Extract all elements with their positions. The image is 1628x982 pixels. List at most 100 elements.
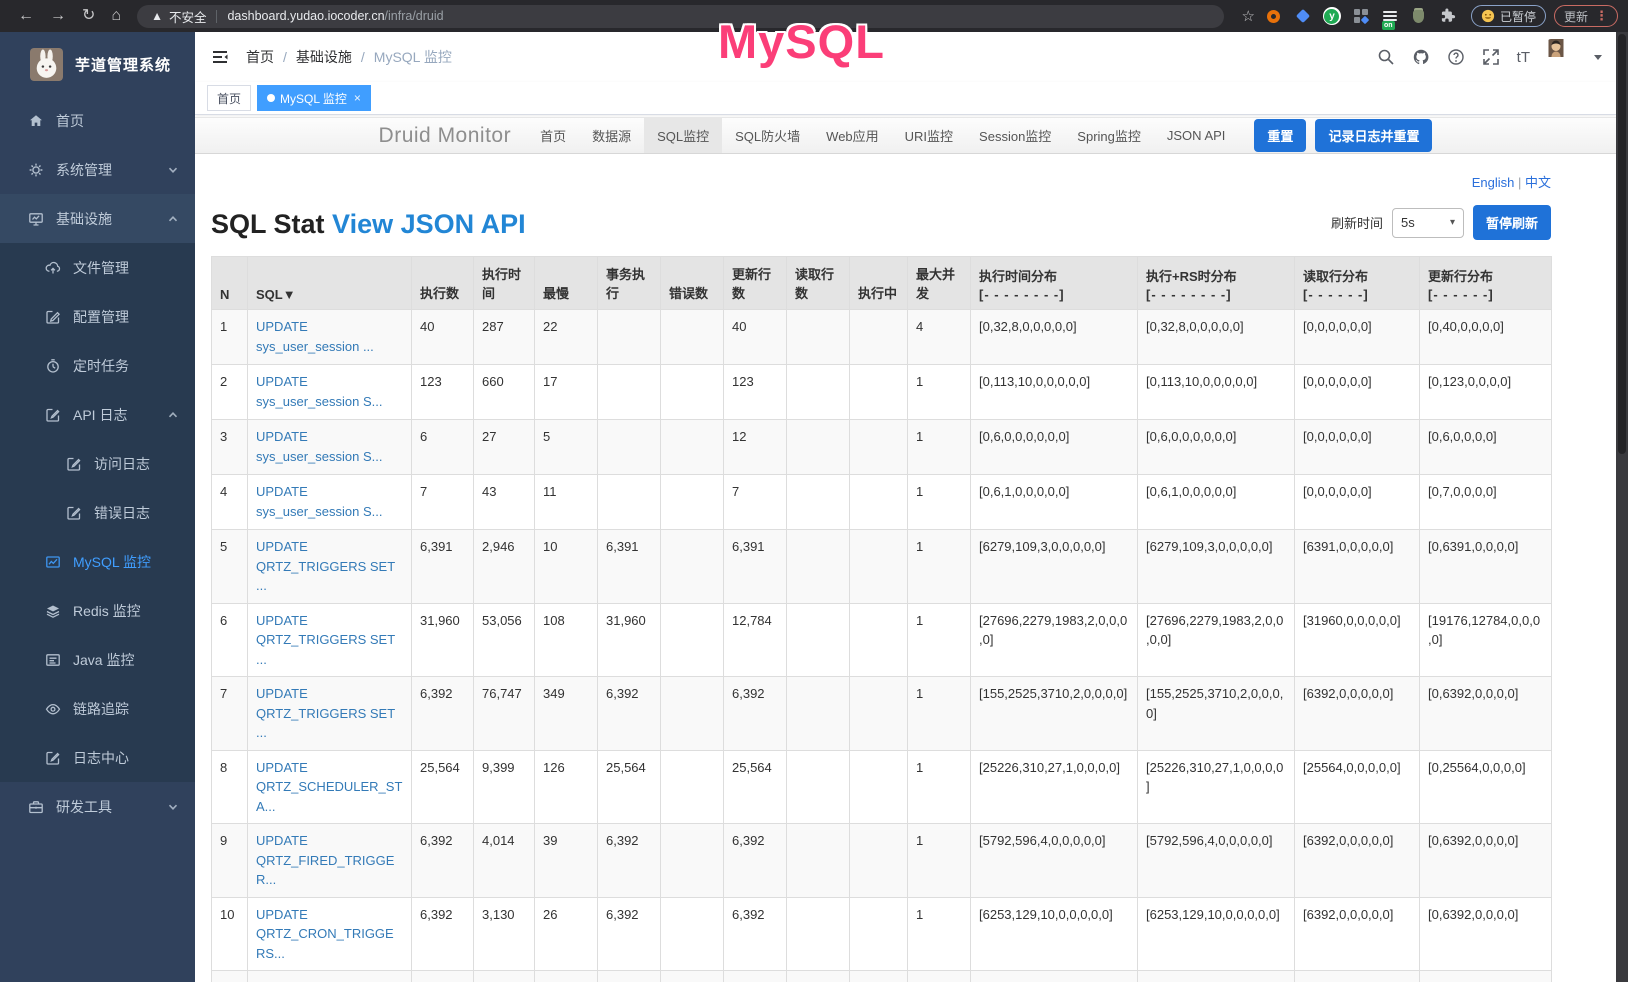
tab-label: MySQL 监控 <box>280 90 347 107</box>
sql-link[interactable]: UPDATE sys_user_session S... <box>256 429 382 464</box>
chevron-down-icon[interactable] <box>1594 55 1602 60</box>
druid-nav-数据源[interactable]: 数据源 <box>579 118 644 153</box>
sidebar-item-error-log[interactable]: 错误日志 <box>0 488 195 537</box>
sql-link[interactable]: UPDATE QRTZ_TRIGGERS SET ... <box>256 686 395 740</box>
paused-extension-badge[interactable]: 已暂停 <box>1471 5 1546 27</box>
pause-refresh-button[interactable]: 暂停刷新 <box>1473 205 1551 240</box>
list-on-icon[interactable]: on <box>1381 7 1399 25</box>
menu-dots-icon[interactable]: ⋮ <box>1595 8 1608 24</box>
sidebar-item-file[interactable]: 文件管理 <box>0 243 195 292</box>
column-header-7[interactable]: 更新行数 <box>724 257 787 310</box>
puzzle-icon[interactable] <box>1439 7 1457 25</box>
column-header-0[interactable]: N <box>212 257 248 310</box>
tab-close-icon[interactable]: × <box>354 91 361 105</box>
search-icon[interactable] <box>1377 48 1395 66</box>
druid-nav-首页[interactable]: 首页 <box>527 118 579 153</box>
druid-nav-Spring监控[interactable]: Spring监控 <box>1064 118 1154 153</box>
column-header-8[interactable]: 读取行数 <box>787 257 850 310</box>
sidebar-item-label: 系统管理 <box>56 160 112 180</box>
app-logo[interactable]: 芋道管理系统 <box>0 32 195 96</box>
column-header-1[interactable]: SQL▼ <box>248 257 412 310</box>
sidebar-item-label: 访问日志 <box>94 454 150 474</box>
sql-link[interactable]: UPDATE QRTZ_TRIGGERS SET ... <box>256 613 395 667</box>
sidebar-item-trace[interactable]: 链路追踪 <box>0 684 195 733</box>
home-icon <box>28 113 44 129</box>
tab-首页[interactable]: 首页 <box>207 85 251 111</box>
druid-nav-Web应用[interactable]: Web应用 <box>813 118 892 153</box>
github-icon[interactable] <box>1412 48 1430 66</box>
address-bar[interactable]: ▲ 不安全 dashboard.yudao.iocoder.cn/infra/d… <box>137 5 1223 28</box>
hamburger-icon[interactable] <box>195 47 246 67</box>
sql-link[interactable]: UPDATE QRTZ_CRON_TRIGGERS... <box>256 907 394 961</box>
druid-nav-JSON API[interactable]: JSON API <box>1154 118 1239 153</box>
help-icon[interactable] <box>1447 48 1465 66</box>
orange-circle-icon[interactable] <box>1265 7 1283 25</box>
sql-link[interactable]: UPDATE sys_user_session S... <box>256 374 382 409</box>
sql-link[interactable]: UPDATE sys_user_session S... <box>256 484 382 519</box>
sidebar-item-mysql[interactable]: MySQL 监控 <box>0 537 195 586</box>
sidebar-item-job[interactable]: 定时任务 <box>0 341 195 390</box>
font-size-icon[interactable]: tT <box>1517 49 1530 66</box>
user-avatar[interactable] <box>1547 39 1577 75</box>
reset-button[interactable]: 重置 <box>1254 119 1306 152</box>
sidebar-item-redis[interactable]: Redis 监控 <box>0 586 195 635</box>
breadcrumb-item[interactable]: 基础设施 <box>296 47 352 67</box>
cell <box>661 475 724 530</box>
column-header-11[interactable]: 执行时间分布[- - - - - - - -] <box>971 257 1138 310</box>
column-header-2[interactable]: 执行数 <box>412 257 474 310</box>
cell <box>661 824 724 898</box>
sql-link[interactable]: UPDATE QRTZ_FIRED_TRIGGER... <box>256 833 394 887</box>
column-header-5[interactable]: 事务执行 <box>598 257 661 310</box>
scrollbar-thumb[interactable] <box>1618 34 1626 454</box>
page-scrollbar[interactable] <box>1616 32 1628 982</box>
lang-english-link[interactable]: English <box>1472 175 1515 190</box>
sidebar-item-infra[interactable]: 基础设施 <box>0 194 195 243</box>
fullscreen-icon[interactable] <box>1482 48 1500 66</box>
column-header-6[interactable]: 错误数 <box>661 257 724 310</box>
cell: 12,784 <box>724 603 787 677</box>
cell <box>787 530 850 604</box>
column-header-4[interactable]: 最慢 <box>535 257 598 310</box>
cell: 1 <box>908 750 971 824</box>
column-header-13[interactable]: 读取行分布[- - - - - -] <box>1295 257 1420 310</box>
log-and-reset-button[interactable]: 记录日志并重置 <box>1315 119 1432 152</box>
sidebar-item-config[interactable]: 配置管理 <box>0 292 195 341</box>
blue-gem-icon[interactable] <box>1294 7 1312 25</box>
sidebar-item-access-log[interactable]: 访问日志 <box>0 439 195 488</box>
sidebar-item-system[interactable]: 系统管理 <box>0 145 195 194</box>
druid-nav-SQL监控[interactable]: SQL监控 <box>644 118 722 153</box>
sql-link[interactable]: UPDATE QRTZ_TRIGGERS SET ... <box>256 539 395 593</box>
bookmark-star-icon[interactable]: ☆ <box>1242 7 1255 25</box>
column-header-10[interactable]: 最大并发 <box>908 257 971 310</box>
sidebar-item-log-center[interactable]: 日志中心 <box>0 733 195 782</box>
green-y-icon[interactable]: y <box>1323 7 1341 25</box>
sidebar-item-java[interactable]: Java 监控 <box>0 635 195 684</box>
druid-nav-URI监控[interactable]: URI监控 <box>892 118 966 153</box>
url-text: dashboard.yudao.iocoder.cn/infra/druid <box>227 9 443 23</box>
cell <box>661 365 724 420</box>
sidebar-item-dev-tools[interactable]: 研发工具 <box>0 782 195 831</box>
sql-link[interactable]: UPDATE sys_user_session ... <box>256 319 374 354</box>
view-json-api-link[interactable]: View JSON API <box>332 209 526 239</box>
tab-MySQL 监控[interactable]: MySQL 监控 × <box>257 85 371 111</box>
druid-nav-Session监控[interactable]: Session监控 <box>966 118 1064 153</box>
reload-icon[interactable]: ↻ <box>74 8 103 24</box>
breadcrumb-item[interactable]: 首页 <box>246 47 274 67</box>
app-grid-icon[interactable] <box>1352 7 1370 25</box>
browser-update-button[interactable]: 更新 ⋮ <box>1554 5 1618 27</box>
sql-link[interactable]: UPDATE QRTZ_SCHEDULER_STA... <box>256 760 402 814</box>
browser-home-icon[interactable]: ⌂ <box>103 8 129 24</box>
column-header-12[interactable]: 执行+RS时分布[- - - - - - - -] <box>1138 257 1295 310</box>
column-header-9[interactable]: 执行中 <box>850 257 908 310</box>
back-icon[interactable]: ← <box>10 8 42 24</box>
column-header-14[interactable]: 更新行分布[- - - - - -] <box>1420 257 1552 310</box>
refresh-interval-select[interactable]: 5s ▾ <box>1392 208 1464 238</box>
sidebar-item-home[interactable]: 首页 <box>0 96 195 145</box>
column-header-3[interactable]: 执行时间 <box>474 257 535 310</box>
druid-nav-SQL防火墙[interactable]: SQL防火墙 <box>722 118 813 153</box>
sidebar-item-api-log[interactable]: API 日志 <box>0 390 195 439</box>
forward-icon[interactable]: → <box>42 8 74 24</box>
vpn-icon[interactable] <box>1410 7 1428 25</box>
lang-chinese-link[interactable]: 中文 <box>1525 175 1551 190</box>
druid-panel: Druid Monitor 首页数据源SQL监控SQL防火墙Web应用URI监控… <box>195 115 1616 982</box>
